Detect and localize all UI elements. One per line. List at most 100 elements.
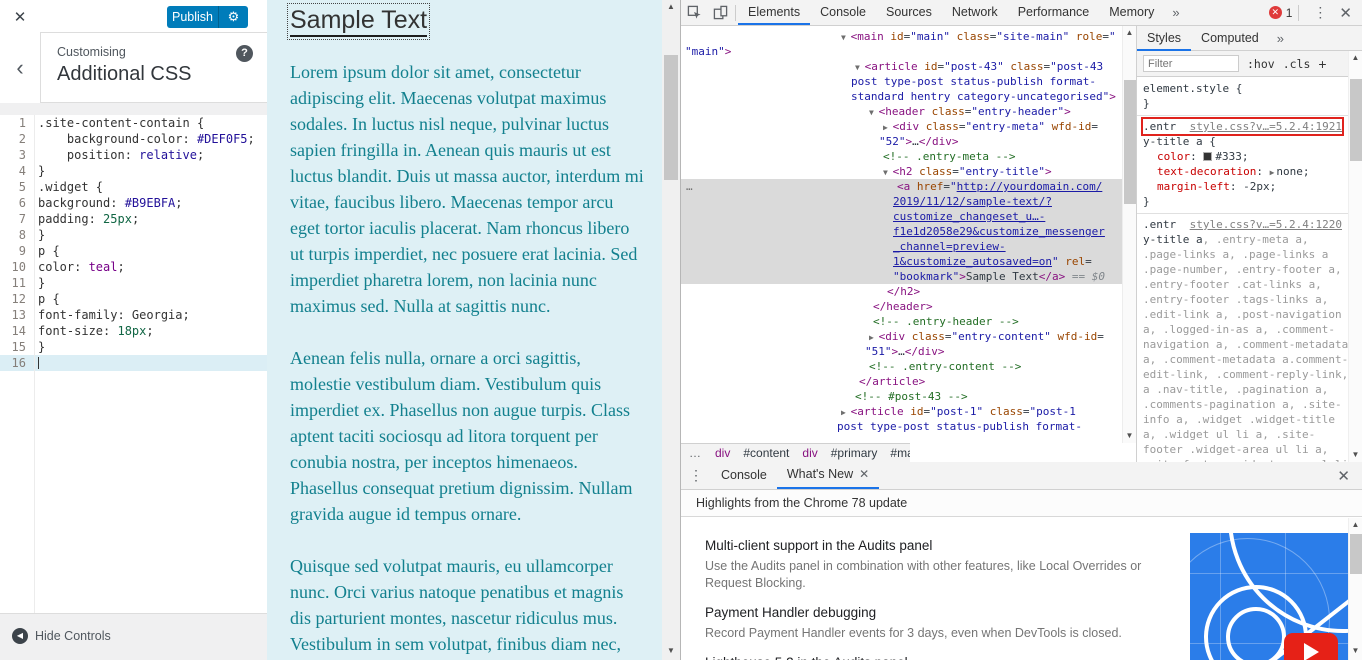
expand-arrow-icon[interactable]: ▶ (1270, 168, 1275, 177)
dom-tree-row[interactable]: ▶ <div class="entry-meta" wfd-id= (681, 119, 1122, 134)
scroll-down-icon[interactable]: ▼ (1349, 448, 1362, 462)
css-code-editor[interactable]: 1.site-content-contain {2 background-col… (0, 115, 267, 613)
editor-line[interactable]: 13font-family: Georgia; (0, 307, 267, 323)
styles-tab-computed[interactable]: Computed (1191, 26, 1269, 51)
links-group-rule[interactable]: .entr style.css?v…=5.2.4:1220 y-title a,… (1137, 214, 1348, 462)
drawer-tab-what-s-new[interactable]: What's New✕ (777, 462, 879, 489)
item-title[interactable]: Payment Handler debugging (705, 605, 1175, 620)
dom-tree-row[interactable]: </h2> (681, 284, 1122, 299)
dom-tree-row[interactable]: ▼ <main id="main" class="site-main" role… (681, 29, 1122, 44)
publish-settings-gear-icon[interactable]: ⚙ (218, 6, 248, 28)
editor-line[interactable]: 7padding: 25px; (0, 211, 267, 227)
editor-line[interactable]: 1.site-content-contain { (0, 115, 267, 131)
drawer-menu-kebab-icon[interactable]: ⋮ (681, 467, 711, 484)
dom-tree-row-selected[interactable]: 2019/11/12/sample-text/? (681, 194, 1122, 209)
css-property[interactable]: color: #333; (1143, 149, 1342, 164)
devtools-menu-kebab-icon[interactable]: ⋮ (1305, 4, 1335, 21)
editor-line[interactable]: 6background: #B9EBFA; (0, 195, 267, 211)
dom-tree-row-selected[interactable]: 1&customize_autosaved=on" rel= (681, 254, 1122, 269)
dom-tree-row[interactable]: "52">…</div> (681, 134, 1122, 149)
breadcrumb-item[interactable]: #content (743, 446, 789, 460)
dom-tree-row[interactable]: <!-- #post-43 --> (681, 389, 1122, 404)
editor-line[interactable]: 9p { (0, 243, 267, 259)
editor-line[interactable]: 12p { (0, 291, 267, 307)
styles-scrollbar[interactable]: ▲ ▼ (1348, 51, 1362, 462)
drawer-scrollbar-thumb[interactable] (1350, 534, 1362, 574)
scroll-up-icon[interactable]: ▲ (1349, 51, 1362, 65)
color-swatch[interactable] (1203, 152, 1212, 161)
editor-line[interactable]: 15} (0, 339, 267, 355)
dom-tree-row[interactable]: <!-- .entry-content --> (681, 359, 1122, 374)
scroll-up-icon[interactable]: ▲ (1349, 518, 1362, 532)
hide-controls-button[interactable]: ◀ Hide Controls (12, 628, 111, 644)
tab-network[interactable]: Network (942, 0, 1008, 25)
editor-line[interactable]: 14font-size: 18px; (0, 323, 267, 339)
dom-tree-row[interactable]: "51">…</div> (681, 344, 1122, 359)
stylesheet-source-link[interactable]: style.css?v…=5.2.4:1921 (1190, 119, 1342, 134)
dom-tree-row[interactable]: </header> (681, 299, 1122, 314)
breadcrumb-overflow-ellipsis[interactable]: … (689, 446, 702, 460)
dom-tree-row[interactable]: ▼ <article id="post-43" class="post-43 (681, 59, 1122, 74)
dom-tree-row[interactable]: ▼ <header class="entry-header"> (681, 104, 1122, 119)
drawer-scrollbar[interactable]: ▲ ▼ (1348, 518, 1362, 660)
device-toolbar-icon[interactable] (707, 0, 733, 25)
dom-tree-row[interactable]: "main"> (681, 44, 1122, 59)
dom-tree-row[interactable]: <!-- .entry-meta --> (681, 149, 1122, 164)
error-badge[interactable]: ✕ 1 (1269, 6, 1293, 20)
entry-title-rule[interactable]: .entr style.css?v…=5.2.4:1921 y-title a … (1137, 116, 1348, 214)
dom-tree-row[interactable]: post type-post status-publish format- (681, 419, 1122, 434)
styles-tab-styles[interactable]: Styles (1137, 26, 1191, 51)
breadcrumb-item[interactable]: div (802, 446, 817, 460)
dom-tree-row[interactable]: post type-post status-publish format- (681, 74, 1122, 89)
dom-tree-row[interactable]: ▶ <article id="post-1" class="post-1 (681, 404, 1122, 419)
dom-tree-scrollbar[interactable]: ▲ ▼ (1122, 26, 1136, 443)
styles-scrollbar-thumb[interactable] (1350, 79, 1362, 161)
dom-tree-row[interactable]: ▼ <h2 class="entry-title"> (681, 164, 1122, 179)
editor-line[interactable]: 11} (0, 275, 267, 291)
dom-tree-row-selected[interactable]: customize_changeset_u…- (681, 209, 1122, 224)
more-styles-tabs-chevron[interactable]: » (1269, 31, 1292, 46)
dom-tree-scrollbar-thumb[interactable] (1124, 80, 1136, 204)
breadcrumb-item[interactable]: #main (890, 446, 910, 460)
drawer-tab-console[interactable]: Console (711, 462, 777, 489)
entry-title-link[interactable]: Sample Text (290, 6, 427, 37)
youtube-play-button[interactable] (1284, 633, 1338, 660)
scroll-down-icon[interactable]: ▼ (1349, 644, 1362, 658)
back-chevron-button[interactable]: ‹ (0, 33, 41, 103)
editor-line[interactable]: 10color: teal; (0, 259, 267, 275)
scroll-up-icon[interactable]: ▲ (1123, 26, 1136, 40)
breadcrumb-item[interactable]: #primary (831, 446, 878, 460)
scroll-down-icon[interactable]: ▼ (1123, 429, 1136, 443)
dom-tree[interactable]: ▼ <main id="main" class="site-main" role… (681, 26, 1136, 443)
dom-tree-row-selected[interactable]: f1e1d2058e29&customize_messenger (681, 224, 1122, 239)
customizer-close-button[interactable]: ✕ (0, 0, 40, 33)
item-title[interactable]: Lighthouse 5.2 in the Audits panel (705, 655, 1175, 660)
toggle-hover-state[interactable]: :hov (1247, 57, 1275, 71)
scroll-down-icon[interactable]: ▼ (662, 644, 680, 658)
editor-line[interactable]: 3 position: relative; (0, 147, 267, 163)
dom-tree-row-selected[interactable]: "bookmark">Sample Text</a> == $0 (681, 269, 1122, 284)
breadcrumb-item[interactable]: div (715, 446, 730, 460)
more-tabs-chevron[interactable]: » (1164, 5, 1187, 20)
inspect-element-icon[interactable] (681, 0, 707, 25)
styles-filter-input[interactable] (1143, 55, 1239, 72)
preview-scrollbar-thumb[interactable] (664, 55, 678, 180)
stylesheet-source-link[interactable]: style.css?v…=5.2.4:1220 (1190, 217, 1342, 232)
dom-tree-row[interactable]: ▶ <div class="entry-content" wfd-id= (681, 329, 1122, 344)
css-editor-lines[interactable]: 1.site-content-contain {2 background-col… (0, 115, 267, 371)
dom-tree-row[interactable]: </article> (681, 374, 1122, 389)
dom-tree-row[interactable]: standard hentry category-uncategorised"> (681, 89, 1122, 104)
tab-memory[interactable]: Memory (1099, 0, 1164, 25)
dom-tree-row[interactable]: <!-- .entry-header --> (681, 314, 1122, 329)
publish-button[interactable]: Publish (167, 6, 218, 28)
devtools-close-icon[interactable]: ✕ (1335, 4, 1362, 22)
dom-tree-row-selected[interactable]: …<a href="http://yourdomain.com/ (681, 179, 1122, 194)
toggle-element-classes[interactable]: .cls (1283, 57, 1311, 71)
scroll-up-icon[interactable]: ▲ (662, 0, 680, 14)
item-title[interactable]: Multi-client support in the Audits panel (705, 538, 1175, 553)
close-tab-icon[interactable]: ✕ (859, 461, 869, 488)
new-style-rule-plus-icon[interactable]: + (1318, 56, 1326, 72)
tab-performance[interactable]: Performance (1008, 0, 1100, 25)
drawer-close-icon[interactable]: ✕ (1325, 467, 1362, 485)
editor-line[interactable]: 5.widget { (0, 179, 267, 195)
